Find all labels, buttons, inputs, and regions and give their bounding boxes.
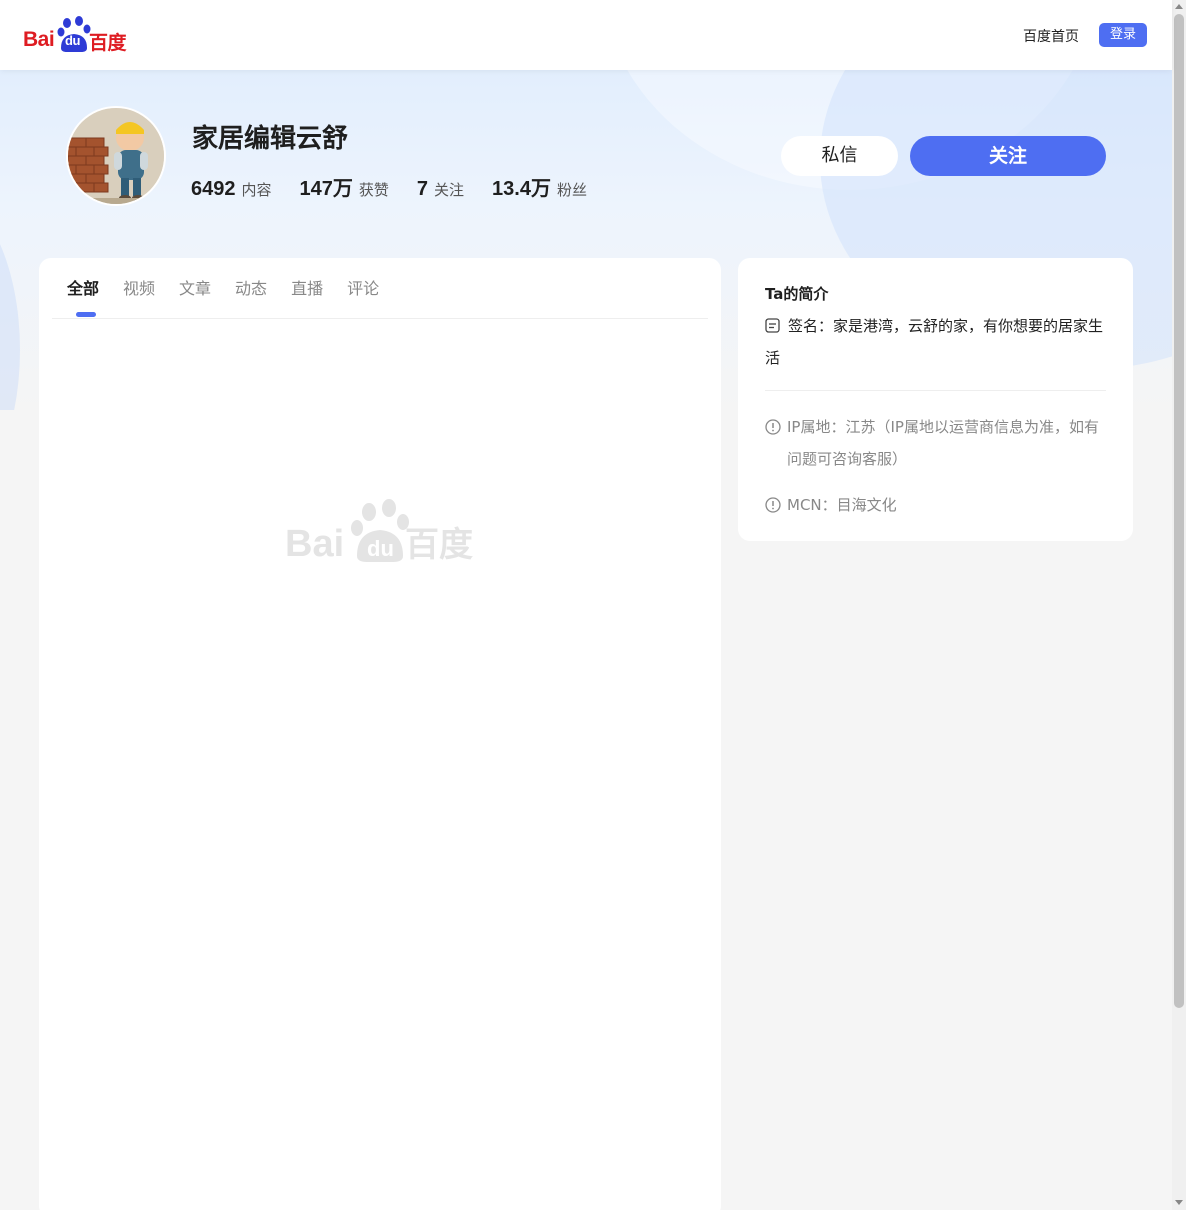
logo-text-baidu-cn: 百度 [89,32,127,54]
stat-content[interactable]: 6492 内容 [191,178,272,201]
tab-divider [52,318,708,319]
tab-video[interactable]: 视频 [123,278,155,318]
svg-text:Bai: Bai [285,523,344,564]
intro-title: Ta的简介 [765,285,829,303]
baidu-watermark-logo-icon: Bai du 百度 [285,499,473,565]
baidu-loading-watermark: Bai du 百度 [285,498,475,565]
scroll-down-arrow-icon[interactable] [1175,1200,1183,1205]
stat-value: 13.4万 [492,178,551,200]
profile-nickname: 家居编辑云舒 [192,124,349,154]
avatar-image [68,108,164,204]
signature-row: 签名：家是港湾，云舒的家，有你想要的居家生活 [765,310,1107,374]
mcn-row: MCN：目海文化 [765,489,1110,521]
info-circle-icon [765,411,787,475]
stat-value: 7 [416,178,429,200]
ip-location-text: IP属地：江苏（IP属地以运营商信息为准，如有问题可咨询客服） [787,418,1099,468]
scrollbar-thumb[interactable] [1174,14,1184,1008]
profile-intro-card: Ta的简介 签名：家是港湾，云舒的家，有你想要的居家生活 IP属地：江苏（IP属… [738,258,1133,541]
private-message-button[interactable]: 私信 [781,136,898,176]
content-feed-card: 全部 视频 文章 动态 直播 评论 Bai du 百度 [39,258,721,1210]
svg-text:du: du [367,536,394,561]
svg-text:百度: 百度 [405,525,473,564]
stat-likes: 147万 获赞 [300,172,389,201]
follow-button[interactable]: 关注 [910,136,1106,176]
decor-arc [0,190,20,410]
profile-stats: 6492 内容 147万 获赞 7 关注 13.4万 粉丝 [191,172,615,201]
stat-followers[interactable]: 13.4万 粉丝 [492,172,587,201]
avatar[interactable] [66,106,166,206]
login-button[interactable]: 登录 [1099,23,1147,47]
scroll-up-arrow-icon[interactable] [1175,4,1183,9]
content-tabs: 全部 视频 文章 动态 直播 评论 [67,278,403,318]
tab-live[interactable]: 直播 [291,278,323,318]
stat-label: 粉丝 [556,181,587,199]
baidu-home-link[interactable]: 百度首页 [1023,26,1079,46]
tab-dynamic[interactable]: 动态 [235,278,267,318]
stat-following[interactable]: 7 关注 [417,178,464,201]
stat-label: 关注 [434,181,465,199]
top-navbar: Bai du 百度 百度首页 登录 [0,0,1172,70]
tab-comment[interactable]: 评论 [347,278,379,318]
stat-value: 6492 [191,178,236,200]
logo-text-bai: Bai [23,28,55,51]
mcn-text: MCN：目海文化 [787,496,897,514]
active-tab-indicator [76,312,96,317]
logo-text-du: du [65,33,80,48]
intro-divider [765,390,1106,391]
baidu-logo[interactable]: Bai du 百度 [23,16,131,54]
stat-label: 获赞 [358,181,389,199]
signature-text: 签名：家是港湾，云舒的家，有你想要的居家生活 [765,317,1104,367]
tab-article[interactable]: 文章 [179,278,211,318]
info-circle-icon [765,489,787,521]
page-scrollbar[interactable] [1172,0,1186,1210]
stat-value: 147万 [299,178,353,200]
stat-label: 内容 [241,181,272,199]
ip-location-row: IP属地：江苏（IP属地以运营商信息为准，如有问题可咨询客服） [765,411,1110,475]
signature-icon [765,318,780,337]
